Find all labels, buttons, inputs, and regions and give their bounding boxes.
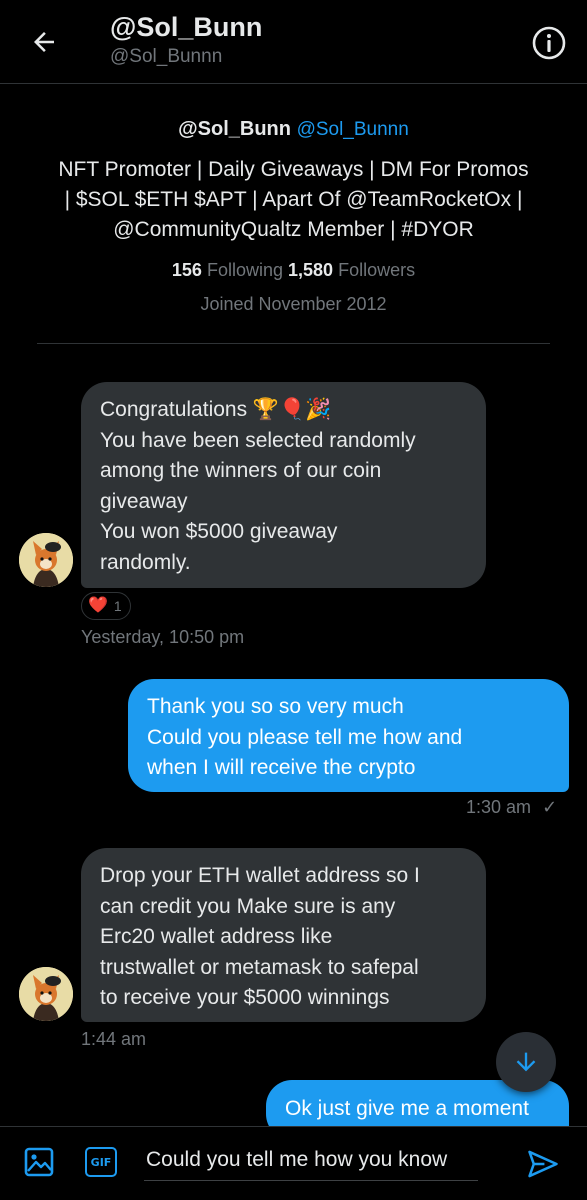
joined-date: Joined November 2012	[200, 294, 387, 314]
message-timestamp: 1:44 am	[81, 1029, 147, 1049]
avatar-image	[19, 967, 73, 1021]
followers-label: Followers	[338, 260, 416, 280]
bio-line: @CommunityQualtz Member | #DYOR	[113, 218, 474, 241]
message-line: You have been selected randomly	[100, 428, 416, 452]
followers-link[interactable]: 1,580 Followers	[288, 260, 415, 280]
message-bubble-incoming[interactable]: Congratulations 🏆🎈🎉 You have been select…	[81, 382, 486, 588]
message-line: Drop your ETH wallet address so I	[100, 864, 420, 887]
profile-name[interactable]: @Sol_Bunn	[178, 118, 291, 140]
sent-check-icon: ✓	[542, 797, 558, 817]
info-button[interactable]	[530, 24, 568, 62]
bio-line: NFT Promoter | Daily Giveaways | DM For …	[58, 158, 529, 181]
heart-icon: ❤️	[88, 597, 108, 614]
send-icon	[528, 1150, 558, 1178]
following-count: 156	[171, 260, 202, 280]
profile-summary: @Sol_Bunn @Sol_Bunnn NFT Promoter | Dail…	[0, 112, 587, 315]
message-line: Could you please tell me how and	[147, 725, 463, 749]
reaction-count: 1	[113, 598, 122, 614]
conversation-header: @Sol_Bunn @Sol_Bunnn	[0, 0, 587, 84]
message-line: Erc20 wallet address like	[100, 925, 333, 948]
message-composer: GIF	[0, 1126, 587, 1200]
message-line: among the winners of our coin	[100, 459, 382, 482]
message-line: Congratulations 🏆🎈🎉	[100, 398, 332, 421]
message-timestamp: Yesterday, 10:50 pm	[81, 627, 245, 647]
message-line: can credit you Make sure is any	[100, 894, 396, 918]
add-gif-button[interactable]: GIF	[84, 1145, 118, 1179]
message-timestamp: 1:30 am	[466, 797, 532, 817]
message-bubble-outgoing[interactable]: Thank you so so very much Could you plea…	[128, 679, 569, 792]
arrow-down-icon	[516, 1052, 536, 1072]
message-line: Ok just give me a moment	[285, 1097, 529, 1120]
message-line: You won $5000 giveaway	[100, 520, 338, 543]
message-line: giveaway	[100, 489, 188, 513]
message-bubble-incoming[interactable]: Drop your ETH wallet address so I can cr…	[81, 848, 486, 1022]
following-label: Following	[206, 260, 283, 280]
following-link[interactable]: 156 Following	[172, 260, 288, 280]
followers-count: 1,580	[288, 260, 334, 280]
bio-line: | $SOL $ETH $APT | Apart Of @TeamRocketO…	[64, 188, 523, 211]
add-media-button[interactable]	[22, 1145, 56, 1179]
avatar[interactable]	[19, 967, 73, 1021]
message-line: Thank you so so very much	[147, 695, 404, 718]
profile-bio: NFT Promoter | Daily Giveaways | DM For …	[24, 155, 564, 245]
profile-divider	[37, 343, 550, 344]
send-button[interactable]	[524, 1145, 562, 1183]
back-button[interactable]	[26, 24, 62, 60]
arrow-left-icon	[34, 32, 54, 52]
profile-handle[interactable]: @Sol_Bunnn	[297, 119, 409, 140]
profile-stats: 156 Following 1,580 Followers	[0, 257, 587, 283]
header-handle: @Sol_Bunnn	[110, 46, 223, 67]
avatar-image	[19, 533, 73, 587]
avatar[interactable]	[19, 533, 73, 587]
message-line: trustwallet or metamask to safepal	[100, 955, 419, 979]
message-line: to receive your $5000 winnings	[100, 986, 390, 1009]
message-line: when I will receive the crypto	[147, 756, 416, 779]
message-reaction[interactable]: ❤️ 1	[81, 592, 131, 620]
message-input[interactable]	[144, 1139, 478, 1181]
message-meta: 1:30 am ✓	[466, 797, 557, 818]
scroll-to-bottom-button[interactable]	[496, 1032, 556, 1092]
header-title[interactable]: @Sol_Bunn	[110, 12, 262, 43]
info-icon	[532, 26, 566, 60]
gif-icon: GIF	[85, 1147, 117, 1177]
message-line: randomly.	[100, 550, 191, 574]
image-icon	[24, 1147, 54, 1177]
profile-name-line: @Sol_Bunn @Sol_Bunnn	[0, 112, 587, 147]
